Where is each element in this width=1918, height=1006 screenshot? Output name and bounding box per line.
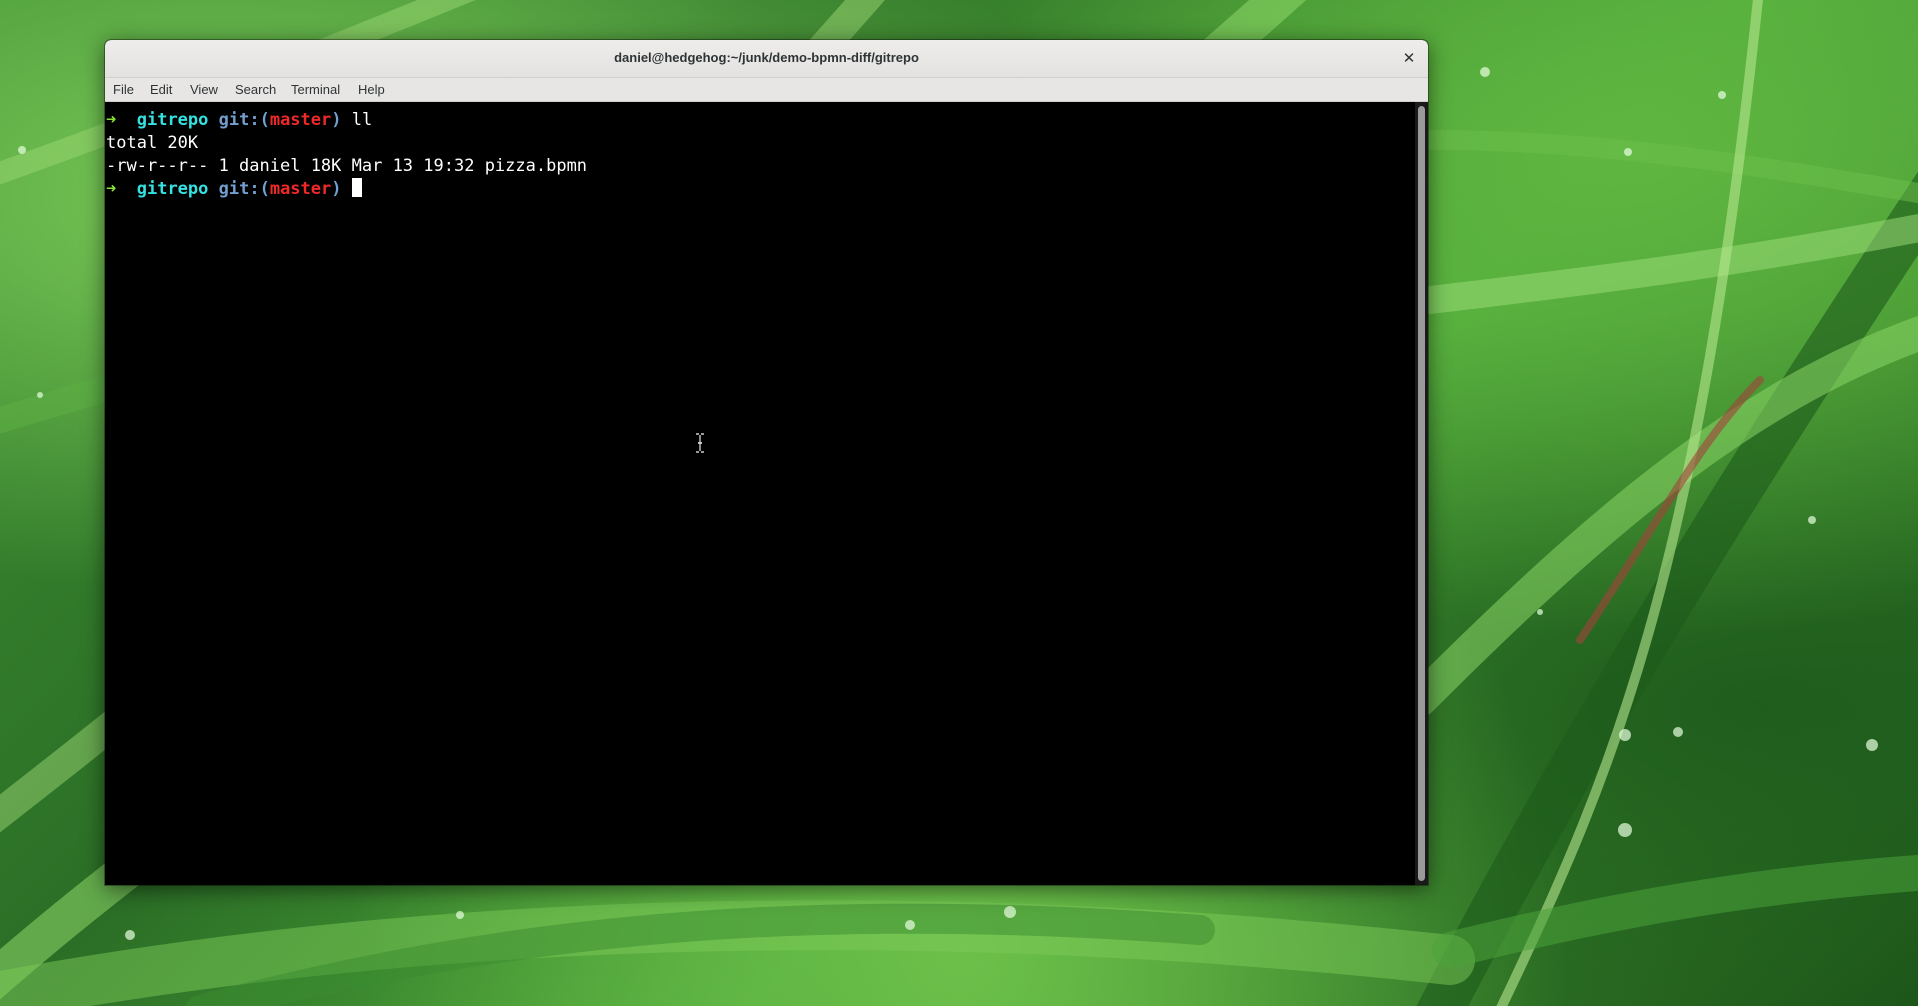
text-ibeam-cursor-icon [696,433,704,453]
menu-terminal[interactable]: Terminal [291,82,340,97]
prompt-directory: gitrepo [136,179,209,199]
output-text: -rw-r--r-- 1 daniel 18K Mar 13 19:32 piz… [106,156,588,176]
terminal-line-prompt: ➜ gitrepo git:(master) [106,178,362,201]
terminal-line-output: total 20K [106,132,198,155]
prompt-branch: master [269,110,332,130]
prompt-git-prefix: git:( [218,110,270,130]
terminal-output[interactable]: ➜ gitrepo git:(master) ll total 20K -rw-… [105,102,1415,885]
terminal-window[interactable]: daniel@hedgehog:~/junk/demo-bpmn-diff/gi… [105,40,1428,885]
close-icon[interactable]: ✕ [1398,47,1420,69]
terminal-scrollbar[interactable] [1415,102,1428,885]
prompt-command: ll [351,110,373,130]
terminal-line-output: -rw-r--r-- 1 daniel 18K Mar 13 19:32 piz… [106,155,587,178]
menu-help[interactable]: Help [358,82,385,97]
output-text: total 20K [106,133,199,153]
menubar: File Edit View Search Terminal Help [105,78,1428,102]
menu-edit[interactable]: Edit [150,82,172,97]
prompt-directory: gitrepo [136,110,209,130]
menu-search[interactable]: Search [235,82,276,97]
prompt-arrow-icon: ➜ [106,179,117,199]
block-cursor-icon [351,178,362,197]
prompt-git-suffix: ) [331,110,342,130]
scrollbar-thumb[interactable] [1418,106,1425,881]
terminal-line-prompt: ➜ gitrepo git:(master) ll [106,109,372,132]
prompt-arrow-icon: ➜ [106,110,117,130]
window-titlebar[interactable]: daniel@hedgehog:~/junk/demo-bpmn-diff/gi… [105,40,1428,78]
window-title: daniel@hedgehog:~/junk/demo-bpmn-diff/gi… [614,50,919,65]
prompt-git-prefix: git:( [218,179,270,199]
prompt-git-suffix: ) [331,179,342,199]
menu-file[interactable]: File [113,82,134,97]
menu-view[interactable]: View [190,82,218,97]
prompt-branch: master [269,179,332,199]
